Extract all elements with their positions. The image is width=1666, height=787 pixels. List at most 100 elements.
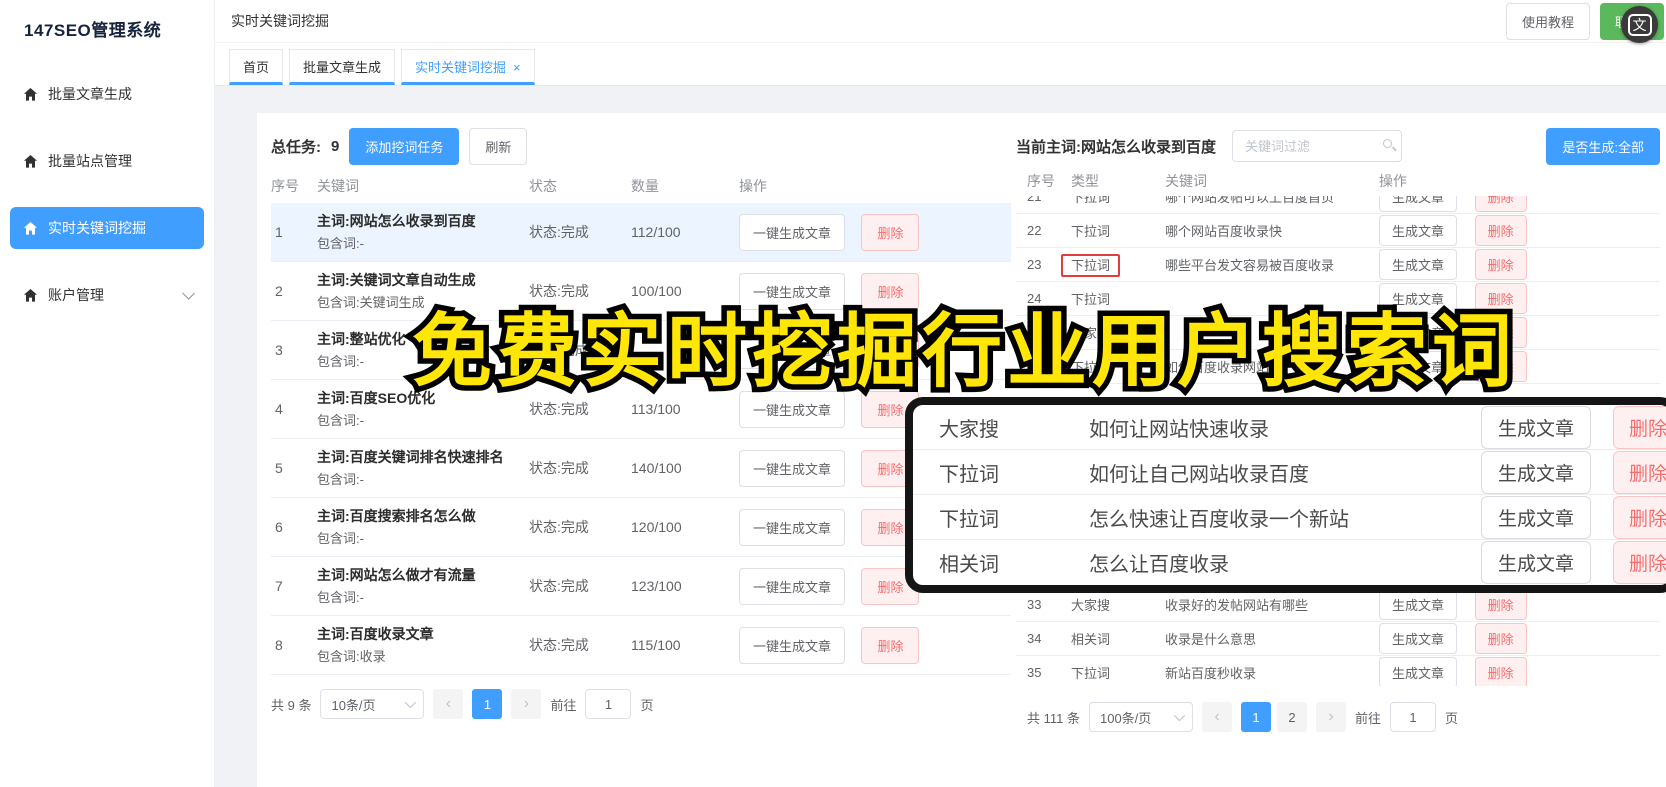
delete-button[interactable]: 删除 [1474,623,1527,654]
row-quantity: 120/100 [631,519,682,535]
tab[interactable]: 首页× [229,49,284,85]
page-button[interactable]: 1 [472,689,503,719]
table-row[interactable]: 22 下拉词 哪个网站百度收录快 生成文章 删除 [1016,214,1660,248]
refresh-button[interactable]: 刷新 [469,127,528,165]
table-row[interactable]: 23 下拉词 哪些平台发文容易被百度收录 生成文章 删除 [1016,248,1660,282]
inset-row-type: 下拉词 [939,508,999,531]
translate-extension-icon[interactable]: 文 [1621,6,1658,43]
sidebar-item[interactable]: 批量文章生成 [10,73,204,115]
prev-page-button[interactable]: ‹ [1201,702,1232,732]
tab[interactable]: 实时关键词挖掘 × [401,49,535,85]
sidebar-item[interactable]: 批量站点管理 [10,140,204,182]
delete-button[interactable]: 删除 [1613,405,1666,449]
page-button[interactable]: 2 [1276,702,1307,732]
row-index: 21 [1027,196,1042,204]
row-include-words: 包含词:收录 [317,648,386,664]
row-keyword: 收录好的发帖网站有哪些 [1165,598,1309,613]
close-icon[interactable]: × [513,60,521,75]
row-status: 状态:完成 [529,637,589,653]
current-keyword-value: 网站怎么收录到百度 [1081,138,1217,156]
generate-article-button[interactable]: 生成文章 [1379,249,1458,280]
sidebar-item[interactable]: 实时关键词挖掘 [10,207,204,249]
delete-button[interactable]: 删除 [1474,657,1527,686]
table-row[interactable]: 7 主词:网站怎么做才有流量 包含词:- 状态:完成 123/100 一键生成文… [271,557,1011,616]
tab[interactable]: 批量文章生成× [289,49,396,85]
table-row[interactable]: 35 下拉词 新站百度秒收录 生成文章 删除 [1016,656,1660,686]
topbar: 实时关键词挖掘 使用教程 联系 [215,0,1666,43]
row-actions: 一键生成文章 删除 [739,213,1011,251]
table-row[interactable]: 21 下拉词 哪个网站发帖可以上百度首页 生成文章 删除 [1016,196,1660,214]
row-quantity: 140/100 [631,460,682,476]
column-header-status: 状态 [529,177,557,194]
keyword-filter-input[interactable] [1232,130,1403,162]
page-size-select[interactable]: 100条/页 [1088,702,1193,732]
delete-button[interactable]: 删除 [1474,196,1527,212]
generate-article-button[interactable]: 生成文章 [1379,215,1458,246]
generate-article-button[interactable]: 一键生成文章 [739,626,846,664]
tutorial-button[interactable]: 使用教程 [1505,2,1590,40]
page-button[interactable]: 1 [1240,702,1271,732]
chevron-down-icon [182,286,195,300]
goto-page-input[interactable] [585,689,632,719]
row-index: 1 [275,224,283,240]
generate-article-button[interactable]: 生成文章 [1481,405,1592,449]
total-tasks-value: 9 [331,137,340,155]
next-page-button[interactable]: › [1315,702,1346,732]
delete-button[interactable]: 删除 [1474,589,1527,620]
table-row[interactable]: 5 主词:百度关键词排名快速排名 包含词:- 状态:完成 140/100 一键生… [271,439,1011,498]
table-row[interactable]: 8 主词:百度收录文章 包含词:收录 状态:完成 115/100 一键生成文章 … [271,616,1011,675]
sidebar: 147SEO管理系统 批量文章生成 批量站点管理 实时关键词挖掘 账户管理 [0,0,215,787]
add-task-button[interactable]: 添加挖词任务 [349,127,460,165]
tasks-table-header: 序号 关键词 状态 数量 操作 [271,168,1011,203]
row-index: 3 [275,342,283,358]
delete-button[interactable]: 删除 [1613,495,1666,539]
generate-article-button[interactable]: 生成文章 [1481,541,1592,584]
generate-article-button[interactable]: 一键生成文章 [739,449,846,487]
row-index: 4 [275,401,283,417]
row-index: 7 [275,578,283,594]
page-size-select[interactable]: 10条/页 [320,689,425,719]
next-page-button[interactable]: › [511,689,542,719]
generate-all-button[interactable]: 是否生成:全部 [1546,127,1660,165]
generate-article-button[interactable]: 一键生成文章 [739,213,846,251]
keyword-filter [1232,130,1403,162]
table-row[interactable]: 6 主词:百度搜索排名怎么做 包含词:- 状态:完成 120/100 一键生成文… [271,498,1011,557]
generate-article-button[interactable]: 生成文章 [1481,495,1592,539]
keywords-pagination: 共 111 条 100条/页 ‹ 12 › 前往 页 [1016,702,1660,732]
inset-table-row: 下拉词 如何让自己网站收录百度 生成文章 删除 [913,450,1666,495]
row-status: 状态:完成 [529,224,589,240]
generate-article-button[interactable]: 生成文章 [1379,589,1458,620]
generate-article-button[interactable]: 生成文章 [1379,623,1458,654]
generate-article-button[interactable]: 生成文章 [1481,450,1592,494]
prev-page-button[interactable]: ‹ [433,689,464,719]
tab-label: 首页 [243,60,270,75]
total-count: 共 9 条 [271,697,312,713]
generate-article-button[interactable]: 生成文章 [1379,196,1458,212]
generate-article-button[interactable]: 一键生成文章 [739,508,846,546]
row-type: 下拉词 [1071,196,1111,205]
delete-button[interactable]: 删除 [1613,450,1666,494]
table-row[interactable]: 1 主词:网站怎么收录到百度 包含词:- 状态:完成 112/100 一键生成文… [271,203,1011,262]
row-keyword-cell: 主词:百度搜索排名怎么做 包含词:- [317,505,529,550]
goto-page-input[interactable] [1390,702,1436,732]
row-keyword: 新站百度秒收录 [1165,666,1257,681]
app-logo: 147SEO管理系统 [24,21,162,40]
row-index: 2 [275,283,283,299]
delete-button[interactable]: 删除 [1613,541,1666,584]
table-row[interactable]: 34 相关词 收录是什么意思 生成文章 删除 [1016,622,1660,656]
table-row[interactable]: 33 大家搜 收录好的发帖网站有哪些 生成文章 删除 [1016,588,1660,622]
inset-row-type: 大家搜 [939,418,999,441]
row-type-cell: 下拉词 [1061,254,1165,277]
row-actions: 一键生成文章 删除 [739,626,1011,664]
delete-button[interactable]: 删除 [1474,249,1527,280]
delete-button[interactable]: 删除 [861,626,920,664]
delete-button[interactable]: 删除 [861,213,920,251]
row-index: 5 [275,460,283,476]
tab-bar: 首页× 批量文章生成× 实时关键词挖掘 × [215,43,1666,86]
generate-article-button[interactable]: 一键生成文章 [739,567,846,605]
sidebar-item[interactable]: 账户管理 [10,274,204,316]
column-header-index: 序号 [271,177,299,194]
delete-button[interactable]: 删除 [1474,215,1527,246]
generate-article-button[interactable]: 生成文章 [1379,657,1458,686]
row-index: 35 [1027,665,1042,680]
